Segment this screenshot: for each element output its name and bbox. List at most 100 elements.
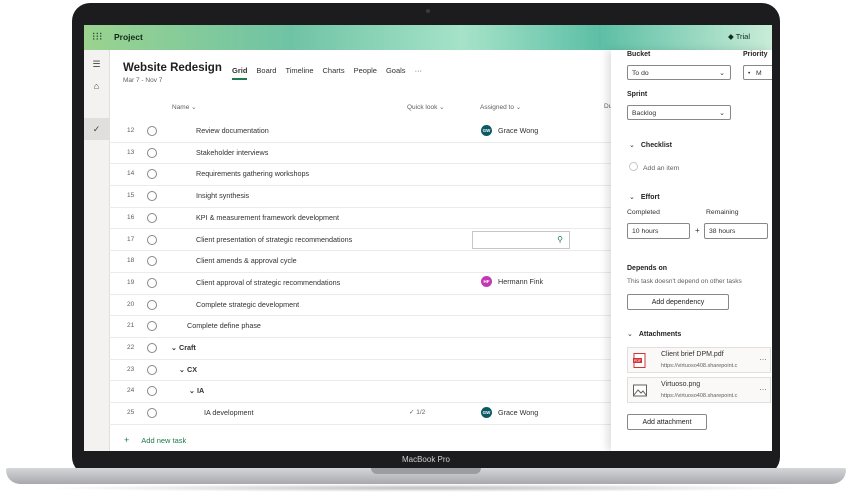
complete-task-checkbox[interactable] bbox=[147, 212, 157, 223]
table-row[interactable]: 18 Client amends & approval cycle bbox=[109, 250, 611, 273]
attachment-url: https://virtuoso408.sharepoint.c bbox=[661, 393, 738, 399]
column-header-name[interactable]: Name ⌄ bbox=[172, 103, 197, 111]
tab-more[interactable]: ··· bbox=[415, 66, 423, 80]
bucket-label: Bucket bbox=[627, 51, 651, 58]
add-dependency-button[interactable]: Add dependency bbox=[627, 294, 729, 310]
table-row[interactable]: 15 Insight synthesis bbox=[109, 185, 611, 208]
complete-task-checkbox[interactable] bbox=[147, 277, 157, 288]
person-add-icon: ⚲ bbox=[557, 234, 563, 244]
task-name[interactable]: ⌄ IA bbox=[189, 386, 204, 395]
task-name[interactable]: Stakeholder interviews bbox=[196, 148, 268, 157]
checkmark-icon[interactable]: ✓ bbox=[90, 123, 103, 136]
tab-people[interactable]: People bbox=[354, 66, 377, 80]
complete-task-checkbox[interactable] bbox=[147, 364, 157, 375]
task-name[interactable]: Insight synthesis bbox=[196, 191, 249, 200]
app-name[interactable]: Project bbox=[114, 32, 143, 42]
attachments-header[interactable]: ⌄ Attachments bbox=[627, 330, 681, 338]
complete-task-checkbox[interactable] bbox=[147, 256, 157, 267]
row-number: 23 bbox=[127, 365, 135, 373]
task-name[interactable]: Requirements gathering workshops bbox=[196, 169, 309, 178]
task-name[interactable]: ⌄ Craft bbox=[171, 343, 196, 352]
avatar: GW bbox=[481, 406, 492, 418]
task-name[interactable]: IA development bbox=[204, 408, 254, 417]
checklist-add-item[interactable]: Add an item bbox=[629, 162, 679, 172]
priority-select[interactable]: • M bbox=[743, 65, 772, 80]
task-name[interactable]: Client presentation of strategic recomme… bbox=[196, 235, 352, 244]
task-details-panel: Bucket Priority To do ⌄ • M Sprint Backlo… bbox=[611, 50, 772, 451]
chevron-down-icon[interactable]: ⌄ bbox=[189, 386, 197, 395]
priority-label: Priority bbox=[743, 51, 768, 58]
chevron-down-icon[interactable]: ⌄ bbox=[179, 365, 187, 374]
table-row[interactable]: 24 ⌄ IA bbox=[109, 380, 611, 404]
add-attachment-button[interactable]: Add attachment bbox=[627, 414, 707, 430]
table-row[interactable]: 23 ⌄ CX bbox=[109, 359, 611, 382]
app-launcher-icon[interactable]: ⁝⁝⁝ bbox=[92, 31, 104, 43]
complete-task-checkbox[interactable] bbox=[147, 147, 157, 158]
column-header-quick-look[interactable]: Quick look ⌄ bbox=[407, 103, 445, 111]
complete-task-checkbox[interactable] bbox=[147, 343, 157, 353]
project-dates: Mar 7 - Nov 7 bbox=[123, 77, 163, 84]
trial-badge[interactable]: ◆ Trial bbox=[728, 32, 750, 41]
remaining-label: Remaining bbox=[706, 209, 739, 216]
sprint-select[interactable]: Backlog ⌄ bbox=[627, 105, 731, 120]
table-row[interactable]: 13 Stakeholder interviews bbox=[109, 142, 611, 165]
assign-person-input[interactable]: ⚲ bbox=[472, 230, 570, 249]
more-options-icon[interactable]: … bbox=[759, 383, 767, 392]
table-row[interactable]: 21 Complete define phase bbox=[109, 315, 611, 338]
circle-icon bbox=[629, 162, 638, 171]
diamond-icon: ◆ bbox=[728, 32, 736, 41]
task-name[interactable]: KPI & measurement framework development bbox=[196, 213, 339, 222]
assignee[interactable]: HF Hermann Fink bbox=[481, 276, 543, 288]
attachment-item[interactable]: Virtuoso.png https://virtuoso408.sharepo… bbox=[627, 377, 771, 403]
assignee[interactable]: GW Grace Wong bbox=[481, 124, 538, 136]
chevron-down-icon: ⌄ bbox=[191, 104, 197, 111]
table-row[interactable]: 19 Client approval of strategic recommend… bbox=[109, 272, 611, 295]
more-options-icon[interactable]: … bbox=[759, 353, 767, 362]
task-name[interactable]: Client approval of strategic recommendat… bbox=[196, 278, 340, 287]
tab-grid[interactable]: Grid bbox=[232, 66, 248, 80]
task-name[interactable]: Complete define phase bbox=[187, 321, 261, 330]
effort-header[interactable]: ⌄ Effort bbox=[629, 193, 660, 201]
chevron-down-icon[interactable]: ⌄ bbox=[171, 343, 179, 352]
task-name[interactable]: Review documentation bbox=[196, 126, 269, 135]
column-header-assigned-to[interactable]: Assigned to ⌄ bbox=[480, 103, 521, 111]
complete-task-checkbox[interactable] bbox=[147, 408, 157, 419]
hamburger-menu-icon[interactable]: ☰ bbox=[90, 58, 103, 71]
table-row[interactable]: 22 ⌄ Craft bbox=[109, 337, 611, 360]
complete-task-checkbox[interactable] bbox=[147, 169, 157, 180]
table-row[interactable]: 25 IA development ✓ 1/2 GW Grace Wong bbox=[109, 402, 611, 425]
row-number: 12 bbox=[127, 127, 135, 134]
tab-timeline[interactable]: Timeline bbox=[285, 66, 313, 80]
tab-board[interactable]: Board bbox=[256, 66, 276, 80]
complete-task-checkbox[interactable] bbox=[147, 126, 157, 136]
assignee[interactable]: GW Grace Wong bbox=[481, 406, 538, 418]
checklist-header[interactable]: ⌄ Checklist bbox=[629, 141, 672, 149]
table-row[interactable]: 17 Client presentation of strategic recom… bbox=[109, 229, 611, 252]
complete-task-checkbox[interactable] bbox=[147, 299, 157, 310]
completed-hours-input[interactable]: 10 hours bbox=[627, 223, 690, 239]
complete-task-checkbox[interactable] bbox=[147, 386, 157, 397]
remaining-hours-input[interactable]: 38 hours bbox=[704, 223, 768, 239]
checklist-progress[interactable]: ✓ 1/2 bbox=[409, 408, 425, 416]
chevron-down-icon: ⌄ bbox=[629, 142, 635, 149]
task-name[interactable]: Complete strategic development bbox=[196, 300, 299, 309]
table-row[interactable]: 20 Complete strategic development bbox=[109, 294, 611, 317]
task-name[interactable]: Client amends & approval cycle bbox=[196, 256, 297, 265]
attachment-item[interactable]: PDF Client brief DPM.pdf https://virtuos… bbox=[627, 347, 771, 373]
home-icon[interactable]: ⌂ bbox=[90, 80, 103, 93]
tab-goals[interactable]: Goals bbox=[386, 66, 406, 80]
table-row[interactable]: 12 Review documentation GW Grace Wong bbox=[109, 120, 611, 143]
attachment-name: Client brief DPM.pdf bbox=[661, 351, 724, 358]
row-number: 14 bbox=[127, 170, 135, 178]
add-new-task-button[interactable]: + Add new task bbox=[124, 435, 186, 445]
sprint-label: Sprint bbox=[627, 91, 648, 98]
bucket-select[interactable]: To do ⌄ bbox=[627, 65, 731, 80]
complete-task-checkbox[interactable] bbox=[147, 321, 157, 332]
tab-charts[interactable]: Charts bbox=[323, 66, 345, 80]
table-row[interactable]: 16 KPI & measurement framework developmen… bbox=[109, 207, 611, 230]
complete-task-checkbox[interactable] bbox=[147, 191, 157, 202]
row-number: 13 bbox=[127, 148, 135, 156]
complete-task-checkbox[interactable] bbox=[147, 234, 157, 245]
task-name[interactable]: ⌄ CX bbox=[179, 365, 197, 374]
table-row[interactable]: 14 Requirements gathering workshops bbox=[109, 163, 611, 187]
